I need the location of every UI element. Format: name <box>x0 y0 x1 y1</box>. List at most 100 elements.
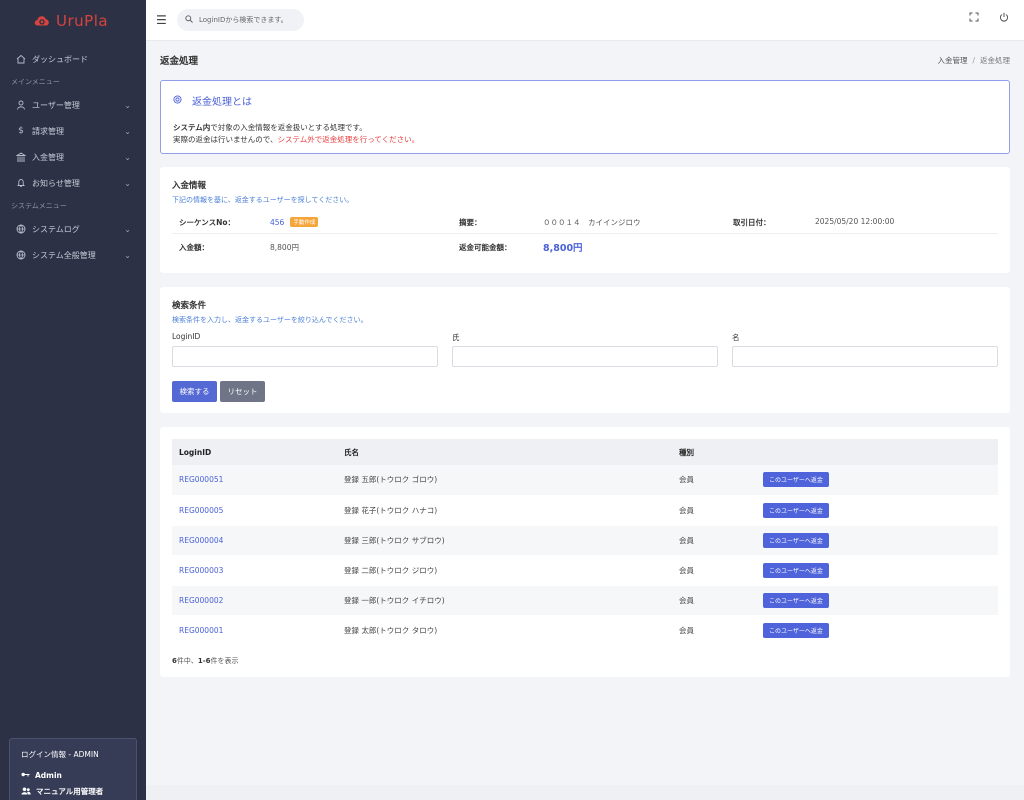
loginid-label: LoginID <box>172 332 201 341</box>
reset-button[interactable]: リセット <box>220 381 265 402</box>
logo-icon <box>34 16 49 26</box>
hamburger-menu-icon[interactable]: ☰ <box>156 13 167 27</box>
fullscreen-icon[interactable] <box>969 12 979 25</box>
sidebar-item-system-general[interactable]: システム全般管理 ⌄ <box>0 242 146 268</box>
row-loginid-link[interactable]: REG000003 <box>172 555 337 586</box>
sidebar-item-users[interactable]: ユーザー管理 ⌄ <box>0 92 146 118</box>
section-label-system: システムメニュー <box>11 202 67 210</box>
sidebar-item-dashboard[interactable]: ダッシュボード <box>0 46 146 72</box>
info-card: 返金処理とは システム内で対象の入金情報を返金扱いとする処理です。 実際の返金は… <box>160 80 1010 154</box>
sidebar-item-label: 入金管理 <box>32 152 64 162</box>
summary-label: 摘要： <box>459 218 482 227</box>
search-button[interactable]: 検索する <box>172 381 217 402</box>
page-header: 返金処理 入金管理 / 返金処理 <box>160 41 1010 79</box>
key-icon <box>21 771 30 780</box>
row-loginid-link[interactable]: REG000002 <box>172 585 337 616</box>
summary-end: 件を表示 <box>210 656 239 665</box>
row-name: 登録 二郎(トウロク ジロウ) <box>337 555 672 586</box>
search-section-subtitle: 検索条件を入力し、返金するユーザーを絞り込んでください。 <box>172 316 368 324</box>
shown-range: 1-6 <box>197 656 211 665</box>
chevron-down-icon: ⌄ <box>124 100 131 110</box>
loginid-field[interactable] <box>172 346 438 367</box>
row-action-cell: このユーザーへ返金 <box>756 495 998 526</box>
login-role-name: マニュアル用管理者 <box>36 787 104 796</box>
last-name-field[interactable] <box>452 346 718 367</box>
login-role: マニュアル用管理者 <box>21 786 125 797</box>
sidebar-item-label: ユーザー管理 <box>32 100 80 110</box>
row-loginid-link[interactable]: REG000051 <box>172 465 337 496</box>
table-row: REG000051 登録 五郎(トウロク ゴロウ) 会員 このユーザーへ返金 <box>172 465 998 496</box>
row-name: 登録 太郎(トウロク タロウ) <box>337 615 672 646</box>
search-input[interactable] <box>199 16 299 24</box>
row-loginid-link[interactable]: REG000004 <box>172 525 337 556</box>
date-label: 取引日付： <box>733 218 771 227</box>
login-user: Admin <box>21 771 125 780</box>
payment-details: シーケンスNo： 456 手動作成 摘要： ０００１４ カイインジロウ 取引日付：… <box>172 209 998 259</box>
row-action-cell: このユーザーへ返金 <box>756 525 998 556</box>
chevron-down-icon: ⌄ <box>124 250 131 260</box>
refund-user-button[interactable]: このユーザーへ返金 <box>763 562 829 578</box>
users-icon <box>21 787 31 797</box>
chevron-down-icon: ⌄ <box>124 178 131 188</box>
main-content: 返金処理 入金管理 / 返金処理 返金処理とは システム内で対象の入金情報を返金扱い… <box>160 41 1010 677</box>
bank-icon <box>16 152 26 162</box>
sequence-number[interactable]: 456 <box>270 218 284 227</box>
refund-user-button[interactable]: このユーザーへ返金 <box>763 592 829 608</box>
payment-info-card: 入金情報 下記の情報を基に、返金するユーザーを探してください。 シーケンスNo：… <box>160 167 1010 273</box>
chevron-down-icon: ⌄ <box>124 126 131 136</box>
login-user-name: Admin <box>35 771 62 780</box>
table-row: REG000004 登録 三郎(トウロク サブロウ) 会員 このユーザーへ返金 <box>172 525 998 556</box>
column-header-action <box>756 439 998 465</box>
sidebar-item-label: システムログ <box>32 224 80 234</box>
bell-icon <box>16 178 26 188</box>
row-loginid-link[interactable]: REG000001 <box>172 615 337 646</box>
row-type: 会員 <box>672 465 756 496</box>
search-conditions-card: 検索条件 検索条件を入力し、返金するユーザーを絞り込んでください。 LoginI… <box>160 287 1010 413</box>
table-row: REG000005 登録 花子(トウロク ハナコ) 会員 このユーザーへ返金 <box>172 495 998 526</box>
summary-value: ０００１４ カイインジロウ <box>543 218 641 227</box>
refund-user-button[interactable]: このユーザーへ返金 <box>763 622 829 638</box>
date-value: 2025/05/20 12:00:00 <box>815 217 895 226</box>
refund-user-button[interactable]: このユーザーへ返金 <box>763 502 829 518</box>
login-info-title: ログイン情報 - ADMIN <box>21 750 99 759</box>
sidebar-item-notices[interactable]: お知らせ管理 ⌄ <box>0 170 146 196</box>
sidebar: UruPla ダッシュボード メインメニュー ユーザー管理 ⌄ $ 請求管理 ⌄… <box>0 0 146 800</box>
payment-section-subtitle: 下記の情報を基に、返金するユーザーを探してください。 <box>172 196 354 204</box>
brand-name: UruPla <box>56 12 109 30</box>
column-header-type[interactable]: 種別 <box>672 439 756 465</box>
sidebar-item-label: ダッシュボード <box>32 54 88 64</box>
column-header-loginid[interactable]: LoginID <box>172 439 337 465</box>
last-name-label: 氏 <box>452 333 460 342</box>
refund-user-button[interactable]: このユーザーへ返金 <box>763 472 829 488</box>
refund-user-button[interactable]: このユーザーへ返金 <box>763 532 829 548</box>
refundable-value: 8,800円 <box>543 243 583 254</box>
power-icon[interactable] <box>999 12 1009 25</box>
table-summary: 6件中、1-6件を表示 <box>172 656 998 666</box>
chevron-down-icon: ⌄ <box>124 224 131 234</box>
sidebar-item-billing[interactable]: $ 請求管理 ⌄ <box>0 118 146 144</box>
refundable-label: 返金可能金額： <box>459 243 512 252</box>
column-header-name[interactable]: 氏名 <box>337 439 672 465</box>
target-icon <box>173 94 182 107</box>
sidebar-item-label: システム全般管理 <box>32 250 96 260</box>
table-row: REG000002 登録 一郎(トウロク イチロウ) 会員 このユーザーへ返金 <box>172 585 998 616</box>
table-header-row: LoginID 氏名 種別 <box>172 439 998 465</box>
info-title-text: 返金処理とは <box>192 97 252 108</box>
login-info-panel: ログイン情報 - ADMIN Admin マニュアル用管理者 <box>9 738 137 800</box>
row-action-cell: このユーザーへ返金 <box>756 585 998 616</box>
first-name-field[interactable] <box>732 346 998 367</box>
row-name: 登録 五郎(トウロク ゴロウ) <box>337 465 672 496</box>
info-bold-text: システム内 <box>173 123 211 132</box>
summary-mid: 件中、 <box>176 656 198 665</box>
dollar-icon: $ <box>18 126 24 136</box>
sequence-label: シーケンスNo： <box>179 218 236 227</box>
breadcrumb-link[interactable]: 入金管理 <box>937 56 967 65</box>
sidebar-item-system-log[interactable]: システムログ ⌄ <box>0 216 146 242</box>
app-logo[interactable]: UruPla <box>0 0 146 42</box>
sidebar-item-label: お知らせ管理 <box>32 178 80 188</box>
sidebar-item-payments[interactable]: 入金管理 ⌄ <box>0 144 146 170</box>
row-type: 会員 <box>672 585 756 616</box>
row-loginid-link[interactable]: REG000005 <box>172 495 337 526</box>
row-type: 会員 <box>672 615 756 646</box>
breadcrumb: 入金管理 / 返金処理 <box>937 55 1010 65</box>
